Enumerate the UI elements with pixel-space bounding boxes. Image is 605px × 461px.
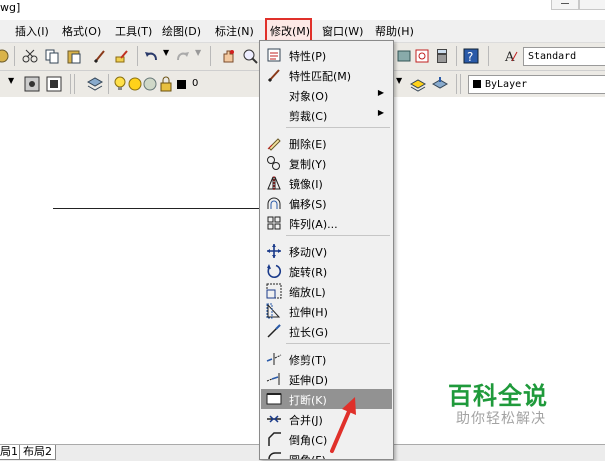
menu-item-chamfer[interactable]: 倒角(C) xyxy=(261,429,392,449)
offset-icon xyxy=(267,197,281,209)
menu-item-array[interactable]: 阵列(A)... xyxy=(261,213,392,233)
menu-item-trim[interactable]: 修剪(T) xyxy=(261,349,392,369)
submenu-arrow-icon: ▶ xyxy=(377,108,384,117)
chamfer-icon xyxy=(268,432,281,446)
menu-item-stretch[interactable]: 拉伸(H) xyxy=(261,301,392,321)
erase-icon xyxy=(267,138,281,151)
menu-insert[interactable]: 插入(I) xyxy=(15,23,49,39)
menu-window[interactable]: 窗口(W) xyxy=(322,23,363,39)
modify-dropdown-menu: 特性(P) 特性匹配(M) 对象(O) ▶ 剪裁(C) ▶ 删除(E) 复制(Y… xyxy=(259,40,394,460)
close-button[interactable] xyxy=(579,0,605,10)
properties-icon[interactable] xyxy=(0,48,10,64)
layer-color-swatch xyxy=(177,80,186,89)
window-title: wg] xyxy=(0,1,21,14)
text-style-combo[interactable]: Standard xyxy=(523,47,605,66)
paste-icon[interactable] xyxy=(66,48,82,64)
watermark-title: 百科全说 xyxy=(448,382,548,410)
freeze-icon[interactable] xyxy=(142,76,158,92)
brush-icon[interactable] xyxy=(92,48,108,64)
layers-icon[interactable] xyxy=(87,76,103,92)
calc-dots-icon[interactable] xyxy=(396,48,412,64)
menu-item-scale[interactable]: 缩放(L) xyxy=(261,281,392,301)
tab-layout2[interactable]: 布局2 xyxy=(19,445,56,460)
chevron-down-icon[interactable]: ▼ xyxy=(8,76,14,85)
lock-icon[interactable] xyxy=(158,76,174,92)
chevron-down-icon[interactable]: ▼ xyxy=(195,48,201,57)
lightbulb-icon[interactable] xyxy=(112,76,128,92)
array-icon xyxy=(267,216,281,230)
match-properties-icon xyxy=(267,69,280,83)
text-style-icon[interactable]: A xyxy=(503,48,519,64)
menu-item-fillet[interactable]: 圆角(F) xyxy=(261,449,392,459)
menu-dimension[interactable]: 标注(N) xyxy=(215,23,254,39)
redo-icon[interactable] xyxy=(175,48,191,64)
layer-name[interactable]: 0 xyxy=(192,78,198,89)
color-swatch xyxy=(473,80,481,88)
chevron-down-icon[interactable]: ▼ xyxy=(396,76,402,85)
svg-text:A: A xyxy=(504,50,515,64)
chevron-down-icon[interactable]: ▼ xyxy=(163,48,169,57)
menu-item-mirror[interactable]: 镜像(I) xyxy=(261,173,392,193)
copy-clip-icon[interactable] xyxy=(44,48,60,64)
annotation-arrow-icon xyxy=(330,397,356,453)
rotate-icon xyxy=(267,264,282,279)
zoom-icon[interactable] xyxy=(242,48,258,64)
title-bar: wg] xyxy=(0,0,605,17)
join-icon xyxy=(267,415,281,423)
menu-item-offset[interactable]: 偏移(S) xyxy=(261,193,392,213)
menu-item-clip[interactable]: 剪裁(C) ▶ xyxy=(261,105,392,125)
trim-icon xyxy=(266,353,282,365)
menu-help[interactable]: 帮助(H) xyxy=(375,23,414,39)
menu-item-extend[interactable]: 延伸(D) xyxy=(261,369,392,389)
submenu-arrow-icon: ▶ xyxy=(377,88,384,97)
menu-item-move[interactable]: 移动(V) xyxy=(261,241,392,261)
undo-icon[interactable] xyxy=(143,48,159,64)
menu-item-join[interactable]: 合并(J) xyxy=(261,409,392,429)
watermark-subtitle: 助你轻松解决 xyxy=(456,411,546,427)
move-icon xyxy=(267,244,281,258)
menu-tools[interactable]: 工具(T) xyxy=(115,23,152,39)
minimize-button[interactable] xyxy=(551,0,579,10)
calculator-icon[interactable] xyxy=(434,48,450,64)
lengthen-icon xyxy=(267,324,281,338)
menu-item-properties[interactable]: 特性(P) xyxy=(261,45,392,65)
menu-draw[interactable]: 绘图(D) xyxy=(162,23,201,39)
svg-text:?: ? xyxy=(467,50,473,64)
properties-icon xyxy=(267,48,281,62)
cut-icon[interactable] xyxy=(22,48,38,64)
sheet-icon[interactable] xyxy=(414,48,430,64)
sun-icon[interactable] xyxy=(127,76,143,92)
help-icon[interactable]: ? xyxy=(463,48,479,64)
color-combo-value: ByLayer xyxy=(485,79,528,90)
menu-item-copy[interactable]: 复制(Y) xyxy=(261,153,392,173)
color-combo[interactable]: ByLayer xyxy=(468,75,605,94)
menu-item-lengthen[interactable]: 拉长(G) xyxy=(261,321,392,341)
break-icon xyxy=(266,393,282,405)
mirror-icon xyxy=(267,176,281,190)
drawn-line[interactable] xyxy=(53,208,263,209)
pan-icon[interactable] xyxy=(220,48,236,64)
stretch-icon xyxy=(266,303,281,319)
layer-state-icon[interactable] xyxy=(24,76,40,92)
scale-icon xyxy=(266,283,282,299)
menu-format[interactable]: 格式(O) xyxy=(62,23,101,39)
layer-make-current-icon[interactable] xyxy=(410,76,426,92)
fillet-icon xyxy=(268,452,281,459)
menu-item-match-properties[interactable]: 特性匹配(M) xyxy=(261,65,392,85)
match-brush-icon[interactable] xyxy=(114,48,130,64)
menu-item-rotate[interactable]: 旋转(R) xyxy=(261,261,392,281)
extend-icon xyxy=(266,373,280,385)
menu-item-break[interactable]: 打断(K) xyxy=(261,389,392,409)
layer-grid-icon[interactable] xyxy=(46,76,62,92)
copy-icon xyxy=(267,156,280,170)
menu-modify-label: 修改(M) xyxy=(270,25,311,38)
layer-previous-icon[interactable] xyxy=(432,76,448,92)
menu-item-erase[interactable]: 删除(E) xyxy=(261,133,392,153)
menu-item-object[interactable]: 对象(O) ▶ xyxy=(261,85,392,105)
